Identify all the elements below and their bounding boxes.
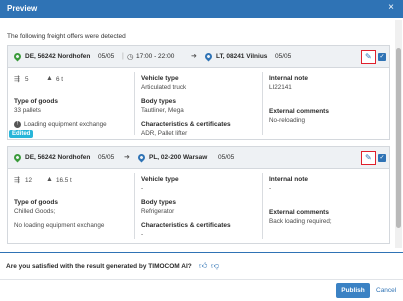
type-of-goods-label: Type of goods <box>14 199 58 206</box>
type-of-goods-value: Chilled Goods; <box>14 208 56 215</box>
truck-length-icon: ⇶ <box>14 76 20 83</box>
truck-length-icon: ⇶ <box>14 177 20 184</box>
characteristics-value: ADR, Pallet lifter <box>141 130 188 137</box>
pencil-icon: ✎ <box>365 52 372 61</box>
publish-button[interactable]: Publish <box>336 283 370 298</box>
body-types-value: Tautliner, Mega <box>141 107 184 114</box>
destination-location: PL, 02-200 Warsaw <box>149 154 208 161</box>
internal-note-label: Internal note <box>269 176 309 183</box>
body-types-value: Refrigerator <box>141 208 175 215</box>
divider-bar: | <box>122 53 124 60</box>
weight: 6 t <box>56 76 64 83</box>
weight: 16.5 t <box>56 177 72 184</box>
feedback-question: Are you satisfied with the result genera… <box>6 263 192 270</box>
external-comments-label: External comments <box>269 209 329 216</box>
arrow-right-icon: ➜ <box>191 53 197 60</box>
intro-text: The following freight offers were detect… <box>7 33 126 40</box>
internal-note-value: LI22141 <box>269 84 292 91</box>
location-pin-icon <box>203 51 214 62</box>
destination-date: 05/05 <box>218 154 235 161</box>
offer-header: DE, 56242 Nordhofen 05/05 | ◷ 17:00 - 22… <box>8 46 389 68</box>
origin-location: DE, 56242 Nordhofen <box>25 53 91 60</box>
offer-card-1: DE, 56242 Nordhofen 05/05 | ◷ 17:00 - 22… <box>7 45 390 140</box>
body-types-label: Body types <box>141 199 177 206</box>
arrow-right-icon: ➜ <box>124 154 130 161</box>
destination-date: 05/05 <box>275 53 292 60</box>
info-icon: ! <box>14 121 21 128</box>
dialog-titlebar: Preview × <box>0 0 403 18</box>
pencil-icon: ✎ <box>365 153 372 162</box>
internal-note-value: - <box>269 185 272 192</box>
checkbox-icon[interactable]: ✓ <box>378 53 386 61</box>
cancel-button[interactable]: Cancel <box>376 287 396 294</box>
external-comments-label: External comments <box>269 108 329 115</box>
offer-card-2: DE, 56242 Nordhofen 05/05 ➜ PL, 02-200 W… <box>7 146 390 244</box>
scrollbar[interactable] <box>395 20 402 248</box>
edit-button[interactable]: ✎ <box>361 151 376 165</box>
origin-date: 05/05 <box>98 154 115 161</box>
footer-divider <box>0 252 403 253</box>
edit-button[interactable]: ✎ <box>361 50 376 64</box>
vehicle-type-value: Articulated truck <box>141 84 187 91</box>
vehicle-type-label: Vehicle type <box>141 75 179 82</box>
location-pin-icon <box>12 152 23 163</box>
scrollbar-thumb[interactable] <box>396 48 401 228</box>
column-divider <box>134 173 135 239</box>
body-types-label: Body types <box>141 98 177 105</box>
location-pin-icon <box>136 152 147 163</box>
internal-note-label: Internal note <box>269 75 309 82</box>
weight-icon: ▲ <box>46 176 53 183</box>
checkbox-icon[interactable]: ✓ <box>378 154 386 162</box>
column-divider <box>262 72 263 135</box>
footer-separator <box>0 279 403 280</box>
characteristics-value: - <box>141 231 144 238</box>
thumbs-up-icon[interactable]: 👍︎ <box>199 261 207 271</box>
characteristics-label: Characteristics & certificates <box>141 121 231 128</box>
loading-time: 17:00 - 22:00 <box>136 53 175 60</box>
thumbs-down-icon[interactable]: 👎︎ <box>211 261 219 271</box>
location-pin-icon <box>12 51 23 62</box>
loading-equipment-note: No loading equipment exchange <box>14 222 105 229</box>
offer-header: DE, 56242 Nordhofen 05/05 ➜ PL, 02-200 W… <box>8 147 389 169</box>
external-comments-value: No-reloading <box>269 117 306 124</box>
vehicle-type-value: - <box>141 185 144 192</box>
type-of-goods-label: Type of goods <box>14 98 58 105</box>
column-divider <box>134 72 135 135</box>
external-comments-value: Back loading required; <box>269 218 332 225</box>
origin-location: DE, 56242 Nordhofen <box>25 154 91 161</box>
loading-equipment-note: ! Loading equipment exchange <box>14 121 107 128</box>
clock-icon: ◷ <box>127 52 134 61</box>
characteristics-label: Characteristics & certificates <box>141 222 231 229</box>
column-divider <box>262 173 263 239</box>
edited-badge: Edited <box>9 130 34 138</box>
dialog-title: Preview <box>7 4 38 13</box>
destination-location: LT, 08241 Vilnius <box>216 53 268 60</box>
loading-meters: 5 <box>25 76 29 83</box>
vehicle-type-label: Vehicle type <box>141 176 179 183</box>
close-icon[interactable]: × <box>385 2 397 14</box>
origin-date: 05/05 <box>98 53 115 60</box>
weight-icon: ▲ <box>46 75 53 82</box>
type-of-goods-value: 33 pallets <box>14 107 41 114</box>
loading-meters: 12 <box>25 177 33 184</box>
